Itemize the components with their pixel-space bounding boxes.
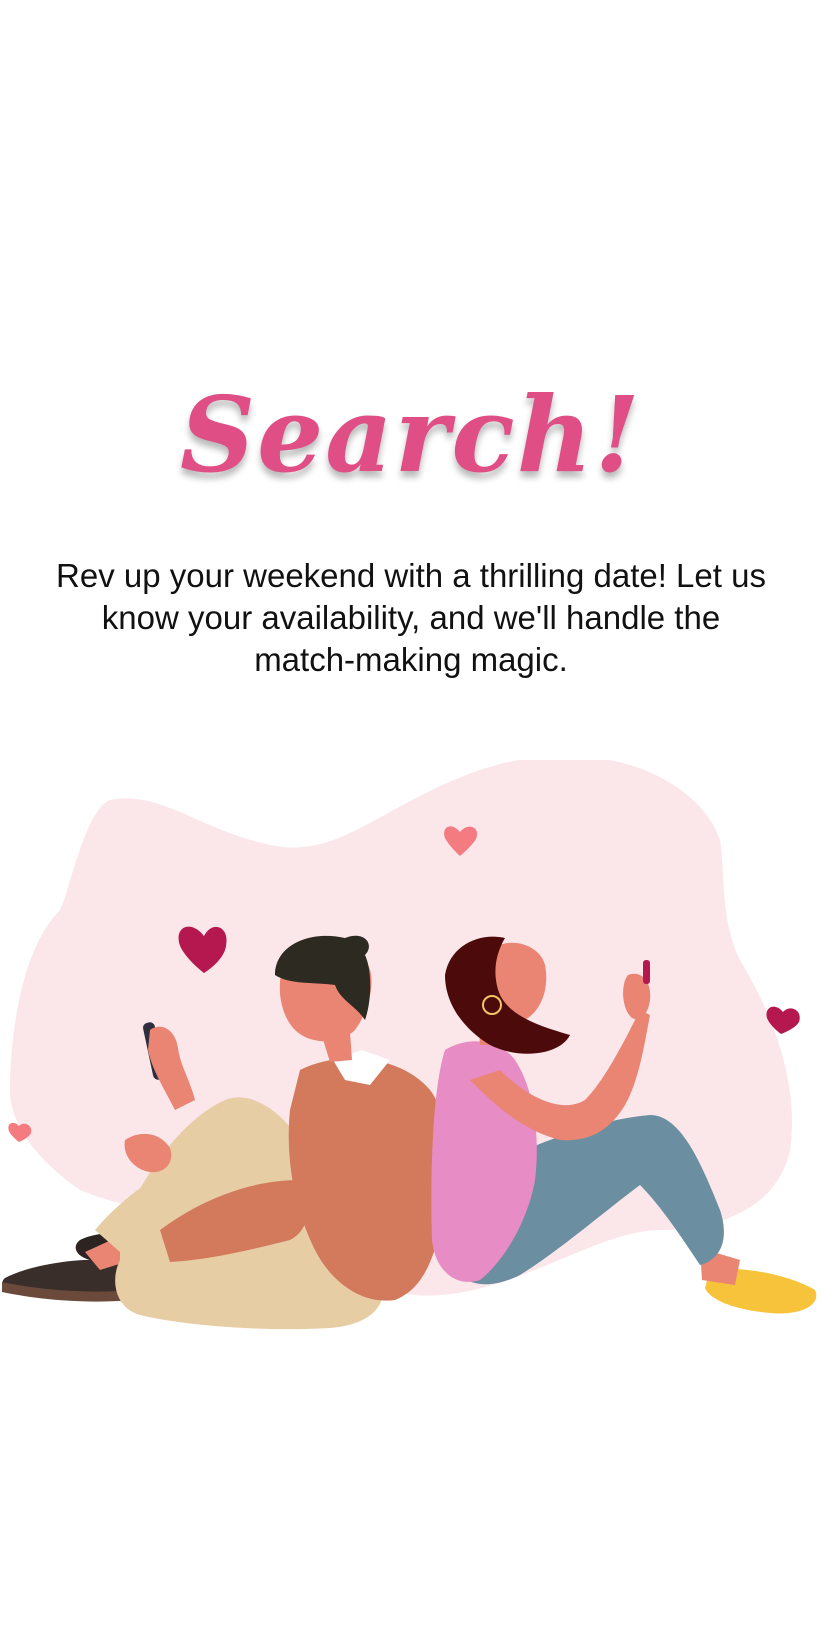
page-title: Search!	[179, 372, 643, 496]
onboarding-screen: Search! Rev up your weekend with a thril…	[0, 0, 822, 1646]
couple-texting-illustration	[2, 760, 817, 1330]
page-description: Rev up your weekend with a thrilling dat…	[56, 557, 766, 678]
